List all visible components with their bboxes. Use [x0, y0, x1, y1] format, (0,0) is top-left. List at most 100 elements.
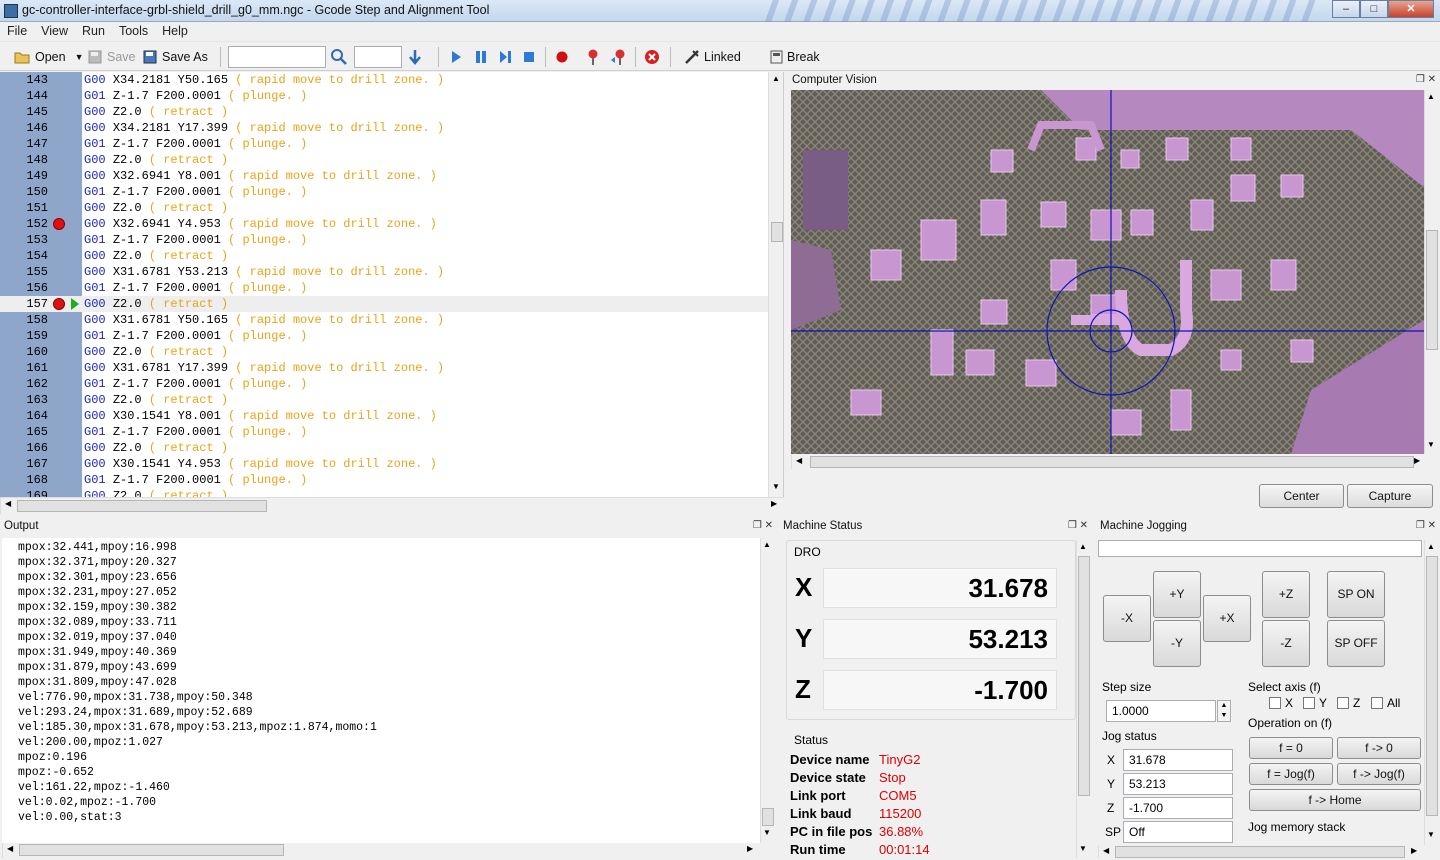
f-to-zero-button[interactable]: f -> 0 — [1337, 737, 1421, 759]
scroll-right-icon[interactable]: ▶ — [747, 844, 753, 853]
scroll-left-icon[interactable]: ◀ — [7, 844, 13, 853]
scroll-up-icon[interactable]: ▲ — [1079, 542, 1087, 551]
minimize-button[interactable]: – — [1332, 0, 1360, 18]
jog-vertical-scrollbar[interactable]: ▲ ▼ — [1424, 540, 1438, 845]
scroll-up-icon[interactable]: ▲ — [1427, 542, 1435, 551]
code-line[interactable]: 163 G00 Z2.0 ( retract ) — [0, 392, 768, 408]
scroll-left-icon[interactable]: ◀ — [1103, 846, 1109, 855]
close-button[interactable]: ✕ — [1388, 0, 1434, 18]
code-line[interactable]: 145 G00 Z2.0 ( retract ) — [0, 104, 768, 120]
jog-x-field[interactable]: 31.678 — [1123, 749, 1233, 771]
jog-horizontal-scrollbar[interactable]: ◀ ▶ — [1098, 845, 1424, 859]
code-line[interactable]: 168 G01 Z-1.7 F200.0001 ( plunge. ) — [0, 472, 768, 488]
menu-tools[interactable]: Tools — [112, 22, 155, 41]
jog-command-input[interactable] — [1098, 540, 1422, 557]
menu-run[interactable]: Run — [75, 22, 112, 41]
search-button[interactable] — [330, 46, 348, 68]
f-to-home-button[interactable]: f -> Home — [1249, 789, 1421, 811]
scroll-thumb[interactable] — [19, 844, 284, 856]
menu-file[interactable]: File — [0, 22, 34, 41]
scroll-thumb[interactable] — [810, 456, 1414, 468]
save-as-button[interactable]: Save As — [143, 46, 208, 68]
stop-button[interactable] — [522, 46, 536, 68]
open-button[interactable]: Open ▼ — [14, 46, 84, 68]
scroll-thumb[interactable] — [1115, 846, 1405, 858]
capture-button[interactable]: Capture — [1347, 484, 1433, 508]
code-line[interactable]: 161 G00 X31.6781 Y17.399 ( rapid move to … — [0, 360, 768, 376]
jog-y-plus-button[interactable]: +Y — [1153, 571, 1201, 618]
axis-all-checkbox[interactable] — [1371, 697, 1383, 709]
menu-view[interactable]: View — [34, 22, 75, 41]
panel-float-icon[interactable]: ❐ ✕ — [1416, 74, 1436, 85]
spindle-off-button[interactable]: SP OFF — [1327, 620, 1385, 667]
code-line[interactable]: 157 G00 Z2.0 ( retract ) — [0, 296, 768, 312]
panel-float-icon[interactable]: ❐ ✕ — [753, 520, 773, 531]
gcode-editor[interactable]: 143 G00 X34.2181 Y50.165 ( rapid move to … — [0, 72, 784, 497]
step-button[interactable] — [498, 46, 512, 68]
breakpoint-icon[interactable] — [53, 298, 65, 310]
scroll-thumb[interactable] — [1426, 230, 1438, 350]
jog-x-plus-button[interactable]: +X — [1203, 595, 1251, 642]
jog-y-field[interactable]: 53.213 — [1123, 773, 1233, 795]
editor-horizontal-scrollbar[interactable]: ◀ ▶ — [0, 497, 784, 514]
jog-x-minus-button[interactable]: -X — [1103, 595, 1151, 642]
code-line[interactable]: 164 G00 X30.1541 Y8.001 ( rapid move to d… — [0, 408, 768, 424]
scroll-right-icon[interactable]: ▶ — [1414, 456, 1420, 465]
scroll-thumb[interactable] — [1426, 556, 1438, 816]
breakpoint-icon[interactable] — [53, 218, 65, 230]
scroll-up-icon[interactable]: ▲ — [763, 540, 771, 549]
camera-horizontal-scrollbar[interactable]: ◀ ▶ — [791, 455, 1424, 469]
scroll-down-icon[interactable]: ▼ — [772, 482, 780, 491]
panel-float-icon[interactable]: ❐ ✕ — [1068, 520, 1088, 531]
scroll-left-icon[interactable]: ◀ — [796, 456, 802, 465]
center-button[interactable]: Center — [1259, 484, 1344, 508]
f-to-jog-button[interactable]: f -> Jog(f) — [1337, 763, 1421, 785]
code-line[interactable]: 153 G01 Z-1.7 F200.0001 ( plunge. ) — [0, 232, 768, 248]
chevron-down-icon[interactable]: ▼ — [75, 52, 84, 62]
code-line[interactable]: 165 G01 Z-1.7 F200.0001 ( plunge. ) — [0, 424, 768, 440]
panel-float-icon[interactable]: ❐ ✕ — [1416, 520, 1436, 531]
code-line[interactable]: 151 G00 Z2.0 ( retract ) — [0, 200, 768, 216]
jog-z-plus-button[interactable]: +Z — [1262, 571, 1310, 618]
code-line[interactable]: 169 G00 Z2.0 ( retract ) — [0, 488, 768, 497]
code-line[interactable]: 154 G00 Z2.0 ( retract ) — [0, 248, 768, 264]
scroll-down-icon[interactable]: ▼ — [1427, 830, 1435, 839]
pin-button[interactable] — [586, 46, 600, 68]
jog-sp-field[interactable]: Off — [1123, 821, 1233, 843]
break-button[interactable]: Break — [770, 46, 820, 68]
status-vertical-scrollbar[interactable]: ▲ ▼ — [1076, 540, 1090, 858]
code-line[interactable]: 159 G01 Z-1.7 F200.0001 ( plunge. ) — [0, 328, 768, 344]
scroll-up-icon[interactable]: ▲ — [772, 74, 780, 83]
output-horizontal-scrollbar[interactable]: ◀ ▶ — [2, 843, 760, 858]
camera-view[interactable] — [791, 90, 1424, 454]
scroll-thumb[interactable] — [762, 808, 774, 826]
output-log[interactable]: mpox:32.441,mpoy:16.998 mpox:32.371,mpoy:… — [2, 538, 760, 843]
toggle-breakpoint-button[interactable] — [555, 46, 569, 68]
pause-button[interactable] — [474, 46, 488, 68]
code-line[interactable]: 143 G00 X34.2181 Y50.165 ( rapid move to … — [0, 72, 768, 88]
code-line[interactable]: 162 G01 Z-1.7 F200.0001 ( plunge. ) — [0, 376, 768, 392]
scroll-down-icon[interactable]: ▼ — [763, 828, 771, 837]
output-vertical-scrollbar[interactable]: ▲ ▼ — [760, 538, 775, 843]
code-line[interactable]: 155 G00 X31.6781 Y53.213 ( rapid move to … — [0, 264, 768, 280]
step-size-spinner[interactable]: ▲ ▼ — [1217, 700, 1231, 722]
code-line[interactable]: 147 G01 Z-1.7 F200.0001 ( plunge. ) — [0, 136, 768, 152]
spindle-on-button[interactable]: SP ON — [1327, 571, 1385, 618]
code-line[interactable]: 156 G01 Z-1.7 F200.0001 ( plunge. ) — [0, 280, 768, 296]
code-line[interactable]: 152 G00 X32.6941 Y4.953 ( rapid move to d… — [0, 216, 768, 232]
goto-line-input[interactable] — [354, 46, 402, 68]
f-eq-zero-button[interactable]: f = 0 — [1249, 737, 1333, 759]
jog-z-field[interactable]: -1.700 — [1123, 797, 1233, 819]
scroll-down-icon[interactable]: ▼ — [1427, 440, 1435, 449]
menu-help[interactable]: Help — [155, 22, 195, 41]
camera-vertical-scrollbar[interactable]: ▲ ▼ — [1424, 90, 1438, 454]
scroll-right-icon[interactable]: ▶ — [771, 499, 777, 508]
scroll-up-icon[interactable]: ▲ — [1427, 92, 1435, 101]
code-line[interactable]: 149 G00 X32.6941 Y8.001 ( rapid move to d… — [0, 168, 768, 184]
jog-z-minus-button[interactable]: -Z — [1262, 620, 1310, 667]
reset-button[interactable] — [644, 46, 660, 68]
code-line[interactable]: 167 G00 X30.1541 Y4.953 ( rapid move to d… — [0, 456, 768, 472]
search-input[interactable] — [228, 46, 326, 68]
pin-goto-button[interactable] — [610, 46, 628, 68]
axis-x-checkbox[interactable] — [1269, 697, 1281, 709]
